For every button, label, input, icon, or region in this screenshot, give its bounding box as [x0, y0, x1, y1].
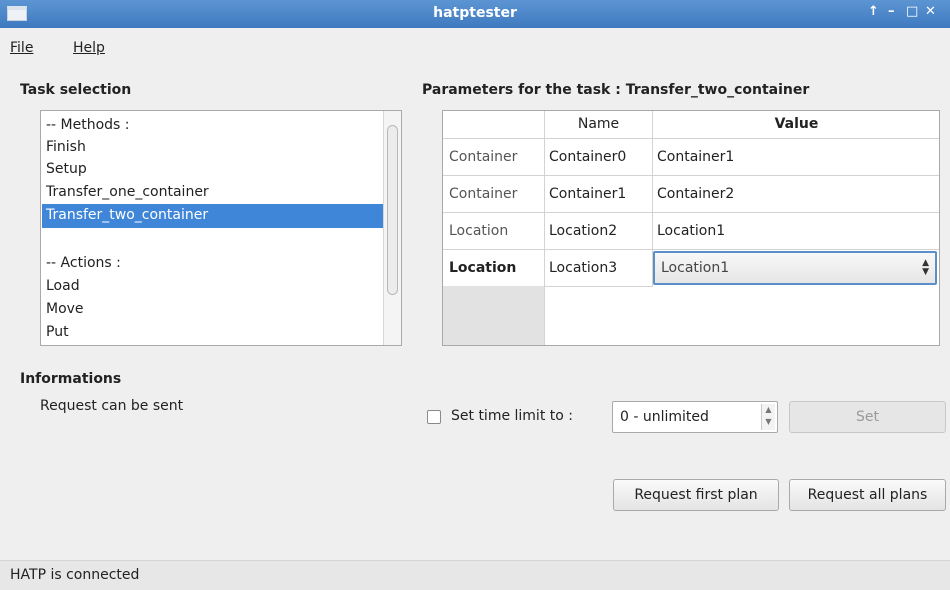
table-empty-area [443, 286, 545, 345]
time-limit-spinbox[interactable]: 0 - unlimited ▲ ▼ [612, 401, 778, 433]
list-item[interactable]: Transfer_one_container [42, 181, 383, 205]
time-limit-value: 0 - unlimited [620, 409, 709, 425]
request-all-plans-button[interactable]: Request all plans [789, 479, 946, 511]
list-item[interactable]: Move [42, 298, 383, 322]
request-first-plan-button[interactable]: Request first plan [613, 479, 779, 511]
menu-help-label: Help [73, 40, 105, 56]
maximize-icon[interactable]: □ [906, 4, 918, 19]
time-limit-label[interactable]: Set time limit to : [451, 408, 573, 424]
list-item[interactable]: Load [42, 275, 383, 299]
param-value-combobox[interactable]: Location1 ▲ ▼ [653, 251, 937, 285]
param-name-cell: Container1 [545, 176, 653, 213]
list-item[interactable]: Put [42, 321, 383, 345]
task-selection-label: Task selection [20, 82, 132, 98]
table-corner [443, 111, 545, 139]
list-item: -- Methods : [46, 117, 130, 133]
scrollbar-thumb[interactable] [387, 125, 398, 295]
status-text: HATP is connected [10, 567, 140, 583]
set-button[interactable]: Set [789, 401, 946, 433]
keep-above-icon[interactable]: ↑ [868, 4, 879, 19]
list-item[interactable]: Setup [42, 158, 383, 182]
list-item: -- Actions : [46, 255, 121, 271]
row-header[interactable]: Container [443, 176, 545, 213]
combobox-value: Location1 [661, 260, 730, 276]
list-item-selected[interactable]: Transfer_two_container [42, 204, 383, 228]
param-name-cell: Container0 [545, 139, 653, 176]
param-value-cell[interactable]: Container1 [653, 139, 939, 176]
parameters-table: Name Value Container Container0 Containe… [442, 110, 940, 346]
param-value-cell[interactable]: Location1 [653, 213, 939, 250]
row-header[interactable]: Location [443, 213, 545, 250]
window-title: hatptester [433, 5, 517, 21]
list-item [42, 228, 383, 252]
minimize-icon[interactable]: – [888, 4, 895, 19]
task-list-scrollbar[interactable] [383, 111, 401, 345]
param-name-cell: Location2 [545, 213, 653, 250]
param-value-cell[interactable]: Container2 [653, 176, 939, 213]
column-header-name[interactable]: Name [545, 111, 653, 139]
menu-help[interactable]: Help [73, 40, 105, 56]
row-header[interactable]: Container [443, 139, 545, 176]
updown-arrows-icon[interactable]: ▲ ▼ [922, 259, 929, 277]
list-item[interactable]: Finish [42, 136, 383, 160]
menu-bar: File Help [0, 28, 950, 64]
param-name-cell: Location3 [545, 250, 653, 287]
close-icon[interactable]: ✕ [925, 4, 936, 19]
column-header-value[interactable]: Value [653, 111, 939, 139]
title-bar: hatptester ↑ – □ ✕ [0, 0, 950, 28]
task-list[interactable]: -- Methods : Finish Setup Transfer_one_c… [40, 110, 402, 346]
row-header-current[interactable]: Location [443, 250, 545, 287]
info-message: Request can be sent [40, 398, 184, 414]
time-limit-checkbox[interactable] [427, 410, 441, 424]
spin-arrows-icon[interactable]: ▲ ▼ [761, 404, 775, 430]
parameters-label: Parameters for the task : Transfer_two_c… [422, 82, 810, 98]
menu-file[interactable]: File [10, 40, 33, 56]
status-bar: HATP is connected [0, 560, 950, 590]
menu-file-label: File [10, 40, 34, 56]
informations-label: Informations [20, 371, 122, 387]
